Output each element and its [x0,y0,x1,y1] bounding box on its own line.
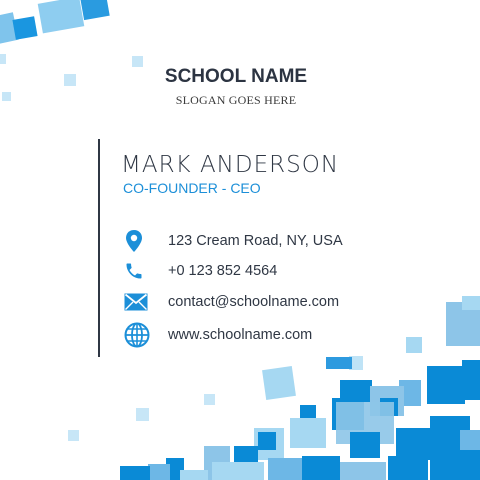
school-name: SCHOOL NAME [164,66,308,87]
contact-email: contact@schoolname.com [124,290,339,314]
person-name: MARK ANDERSON [121,152,340,178]
address-text: 123 Cream Road, NY, USA [168,233,343,249]
contact-website: www.schoolname.com [124,322,313,348]
location-pin-icon [124,229,160,253]
person-title: CO-FOUNDER - CEO [123,180,261,196]
contact-address: 123 Cream Road, NY, USA [124,229,343,253]
vertical-divider [98,139,100,357]
slogan: SLOGAN GOES HERE [175,93,297,107]
email-text: contact@schoolname.com [168,294,340,310]
phone-icon [124,259,160,283]
globe-icon [124,322,160,348]
website-text: www.schoolname.com [168,327,313,343]
contact-phone: +0 123 852 4564 [124,259,277,283]
business-card: SCHOOL NAME SLOGAN GOES HERE MARK ANDERS… [0,0,480,480]
envelope-icon [124,290,160,314]
phone-text: +0 123 852 4564 [168,263,278,279]
